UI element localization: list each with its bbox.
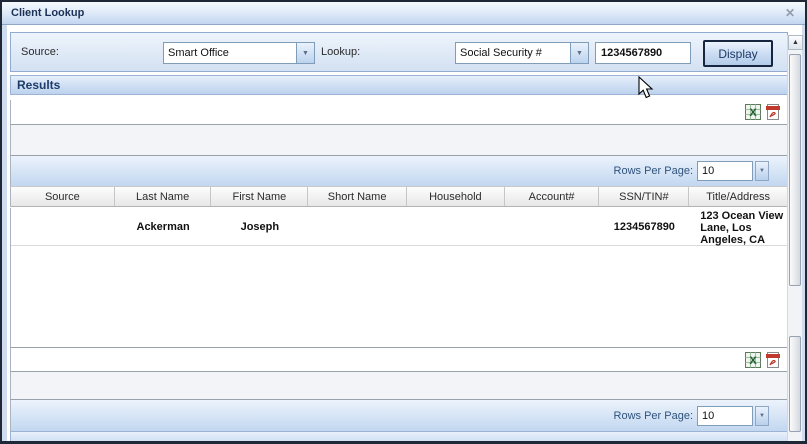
export-excel-icon[interactable]: X <box>745 104 761 120</box>
export-excel-icon[interactable]: X <box>745 351 761 368</box>
lookup-type-dropdown[interactable]: Social Security # ▼ <box>455 42 589 64</box>
rows-per-page-input[interactable] <box>697 405 753 426</box>
cell-household <box>407 208 505 245</box>
cell-title-address: 123 Ocean View Lane, Los Angeles, CA <box>700 210 784 246</box>
lookup-value-input[interactable] <box>595 42 691 64</box>
results-table-header: Source Last Name First Name Short Name H… <box>10 186 788 207</box>
export-pdf-icon[interactable] <box>766 104 782 120</box>
close-icon[interactable]: ✕ <box>785 7 795 19</box>
column-header-last-name[interactable]: Last Name <box>114 187 212 206</box>
column-header-first-name[interactable]: First Name <box>211 187 309 206</box>
vertical-scrollbar[interactable]: ▲ <box>787 35 803 441</box>
dialog-title: Client Lookup <box>11 7 85 19</box>
bottom-grid-pager: Rows Per Page: ▼ <box>10 400 788 431</box>
client-lookup-dialog: Client Lookup ✕ Source: Smart Office ▼ L… <box>0 0 807 444</box>
column-header-title-address[interactable]: Title/Address <box>689 187 787 206</box>
scrollbar-thumb[interactable] <box>789 336 801 432</box>
top-grid-filter-row <box>10 125 788 156</box>
display-button[interactable]: Display <box>703 40 773 67</box>
bottom-grid-filter-row <box>10 372 788 400</box>
rows-per-page-label: Rows Per Page: <box>613 165 693 177</box>
bottom-grid-export-bar: X <box>10 347 788 372</box>
source-dropdown-value: Smart Office <box>168 47 229 59</box>
cell-last-name: Ackerman <box>136 220 190 233</box>
results-section-header: Results <box>10 75 788 95</box>
cell-source <box>11 208 115 245</box>
column-header-short-name[interactable]: Short Name <box>308 187 407 206</box>
chevron-down-icon[interactable]: ▼ <box>755 161 769 181</box>
source-dropdown[interactable]: Smart Office ▼ <box>163 42 315 64</box>
lookup-label: Lookup: <box>321 46 361 58</box>
cell-first-name: Joseph <box>240 220 280 233</box>
cell-short-name <box>308 208 407 245</box>
column-header-household[interactable]: Household <box>406 187 505 206</box>
inner-bevel-left <box>2 25 7 441</box>
cell-account <box>505 208 600 245</box>
column-header-ssn-tin[interactable]: SSN/TIN# <box>599 187 690 206</box>
svg-text:X: X <box>749 107 757 119</box>
table-row[interactable]: Ackerman Joseph 1234567890 123 Ocean Vie… <box>11 208 787 246</box>
column-header-source[interactable]: Source <box>11 187 115 206</box>
bottom-strip <box>10 431 788 441</box>
dialog-titlebar: Client Lookup ✕ <box>2 2 805 25</box>
rows-per-page-label: Rows Per Page: <box>613 409 693 422</box>
results-title: Results <box>17 78 61 92</box>
chevron-down-icon[interactable]: ▼ <box>570 43 588 63</box>
svg-text:X: X <box>749 355 757 367</box>
export-pdf-icon[interactable] <box>766 351 782 368</box>
inner-bevel-right <box>802 25 805 441</box>
rows-per-page-input[interactable] <box>697 161 753 181</box>
source-label: Source: <box>21 46 59 58</box>
top-grid-pager: Rows Per Page: ▼ <box>10 156 788 186</box>
search-toolbar: Source: Smart Office ▼ Lookup: Social Se… <box>10 32 788 72</box>
scroll-up-icon[interactable]: ▲ <box>788 35 803 50</box>
top-grid-export-bar: X <box>10 100 788 125</box>
column-header-account[interactable]: Account# <box>504 187 600 206</box>
lookup-type-dropdown-value: Social Security # <box>460 47 542 59</box>
scrollbar-thumb[interactable] <box>789 54 801 286</box>
cell-ssn-tin: 1234567890 <box>613 220 675 233</box>
chevron-down-icon[interactable]: ▼ <box>296 43 314 63</box>
chevron-down-icon[interactable]: ▼ <box>755 405 769 426</box>
results-table-body: Ackerman Joseph 1234567890 123 Ocean Vie… <box>10 208 788 347</box>
